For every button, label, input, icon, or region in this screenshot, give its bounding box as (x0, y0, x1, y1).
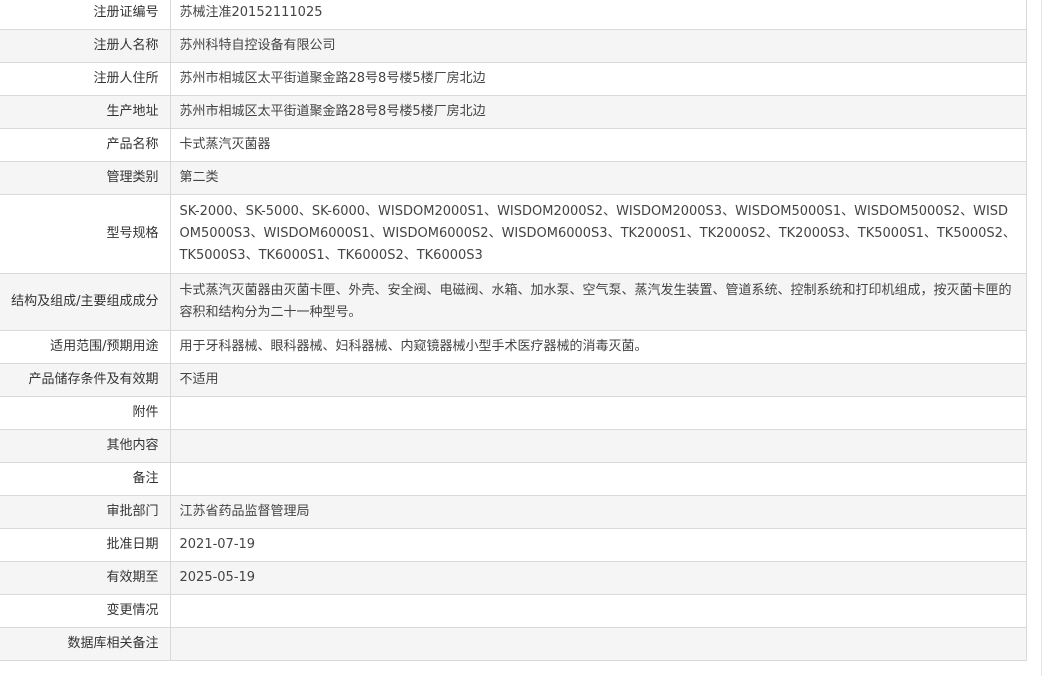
registration-detail-page: 注册证编号 苏械注准20152111025 注册人名称 苏州科特自控设备有限公司… (0, 0, 1045, 676)
field-value (170, 396, 1027, 430)
field-value: 江苏省药品监督管理局 (170, 495, 1027, 529)
field-label: 数据库相关备注 (0, 627, 171, 661)
field-value: 卡式蒸汽灭菌器由灭菌卡匣、外壳、安全阀、电磁阀、水箱、加水泵、空气泵、蒸汽发生装… (170, 273, 1027, 331)
row-structure-composition: 结构及组成/主要组成成分 卡式蒸汽灭菌器由灭菌卡匣、外壳、安全阀、电磁阀、水箱、… (0, 273, 1027, 331)
field-value: 不适用 (170, 363, 1027, 397)
field-label: 注册人名称 (0, 29, 171, 63)
row-other-content: 其他内容 (0, 429, 1027, 463)
field-value (170, 594, 1027, 628)
field-label: 变更情况 (0, 594, 171, 628)
row-management-category: 管理类别 第二类 (0, 161, 1027, 195)
field-label: 注册证编号 (0, 0, 171, 30)
row-approval-date: 批准日期 2021-07-19 (0, 528, 1027, 562)
row-production-address: 生产地址 苏州市相城区太平街道聚金路28号8号楼5楼厂房北边 (0, 95, 1027, 129)
row-remarks: 备注 (0, 462, 1027, 496)
field-value (170, 627, 1027, 661)
registration-info-table: 注册证编号 苏械注准20152111025 注册人名称 苏州科特自控设备有限公司… (0, 0, 1027, 661)
field-value (170, 462, 1027, 496)
field-label: 产品名称 (0, 128, 171, 162)
field-value (170, 429, 1027, 463)
field-value: 卡式蒸汽灭菌器 (170, 128, 1027, 162)
field-value: 2021-07-19 (170, 528, 1027, 562)
row-database-remarks: 数据库相关备注 (0, 627, 1027, 661)
field-label: 生产地址 (0, 95, 171, 129)
field-label: 有效期至 (0, 561, 171, 595)
field-value: 苏械注准20152111025 (170, 0, 1027, 30)
field-value: 用于牙科器械、眼科器械、妇科器械、内窥镜器械小型手术医疗器械的消毒灭菌。 (170, 330, 1027, 364)
row-change-status: 变更情况 (0, 594, 1027, 628)
field-label: 适用范围/预期用途 (0, 330, 171, 364)
field-label: 审批部门 (0, 495, 171, 529)
field-value: 2025-05-19 (170, 561, 1027, 595)
field-label: 注册人住所 (0, 62, 171, 96)
field-value: 苏州市相城区太平街道聚金路28号8号楼5楼厂房北边 (170, 95, 1027, 129)
field-label: 型号规格 (0, 194, 171, 274)
row-registrant-name: 注册人名称 苏州科特自控设备有限公司 (0, 29, 1027, 63)
row-approval-department: 审批部门 江苏省药品监督管理局 (0, 495, 1027, 529)
field-label: 备注 (0, 462, 171, 496)
field-label: 产品储存条件及有效期 (0, 363, 171, 397)
field-label: 其他内容 (0, 429, 171, 463)
field-label: 管理类别 (0, 161, 171, 195)
field-label: 附件 (0, 396, 171, 430)
field-value: 苏州市相城区太平街道聚金路28号8号楼5楼厂房北边 (170, 62, 1027, 96)
field-value: SK-2000、SK-5000、SK-6000、WISDOM2000S1、WIS… (170, 194, 1027, 274)
row-attachments: 附件 (0, 396, 1027, 430)
field-value: 苏州科特自控设备有限公司 (170, 29, 1027, 63)
field-label: 批准日期 (0, 528, 171, 562)
row-valid-until: 有效期至 2025-05-19 (0, 561, 1027, 595)
field-value: 第二类 (170, 161, 1027, 195)
row-storage-validity: 产品储存条件及有效期 不适用 (0, 363, 1027, 397)
row-intended-use: 适用范围/预期用途 用于牙科器械、眼科器械、妇科器械、内窥镜器械小型手术医疗器械… (0, 330, 1027, 364)
scrollbar-edge-divider (1041, 0, 1042, 676)
row-registrant-address: 注册人住所 苏州市相城区太平街道聚金路28号8号楼5楼厂房北边 (0, 62, 1027, 96)
field-label: 结构及组成/主要组成成分 (0, 273, 171, 331)
row-model-spec: 型号规格 SK-2000、SK-5000、SK-6000、WISDOM2000S… (0, 194, 1027, 274)
row-registration-number: 注册证编号 苏械注准20152111025 (0, 0, 1027, 30)
row-product-name: 产品名称 卡式蒸汽灭菌器 (0, 128, 1027, 162)
